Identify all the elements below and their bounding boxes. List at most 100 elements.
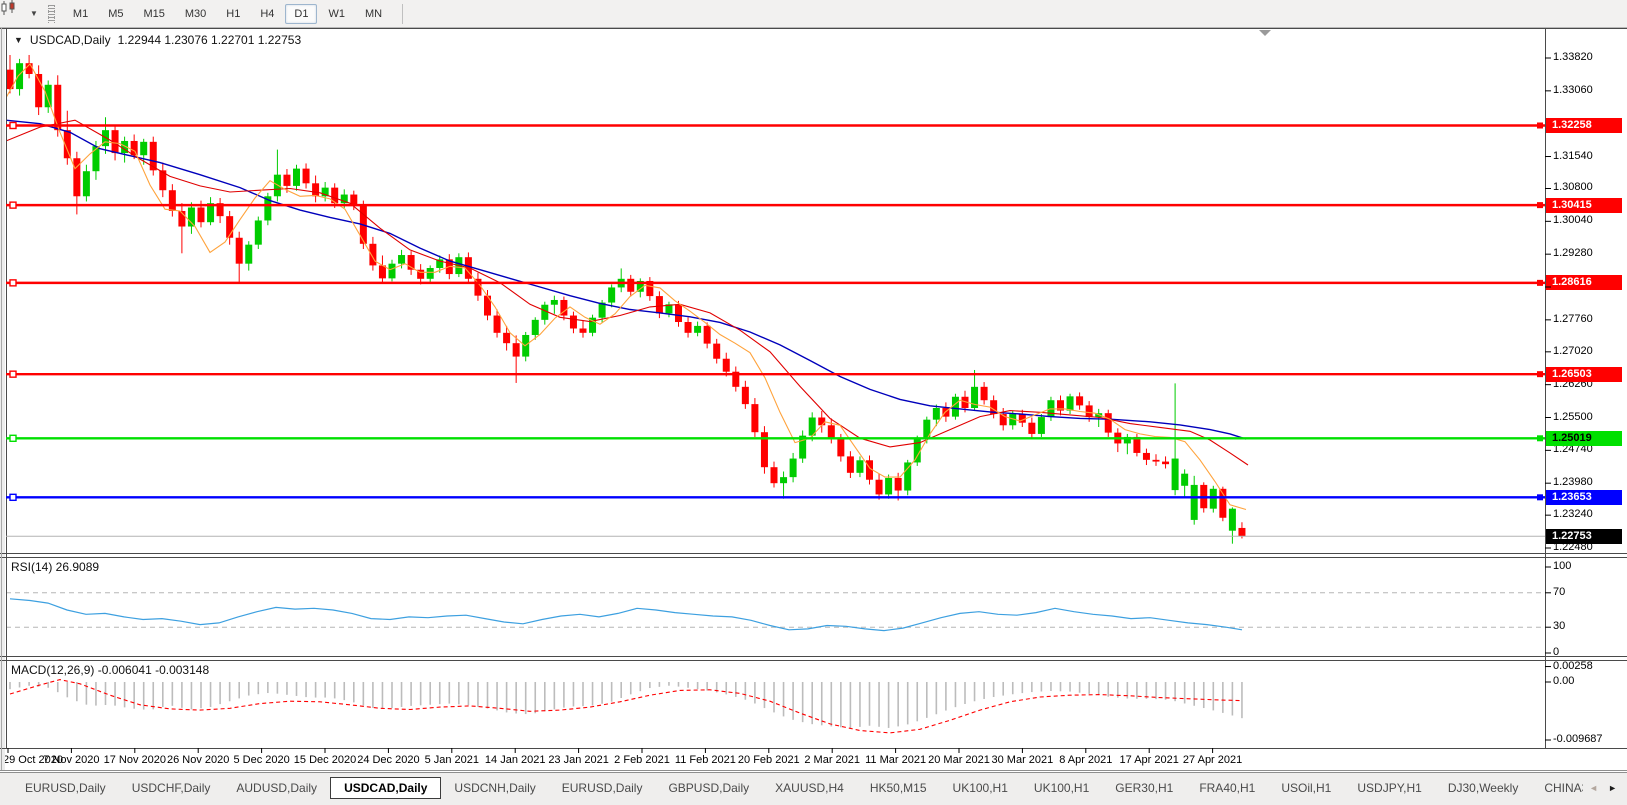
- symbol-tab-usdcad-daily[interactable]: USDCAD,Daily: [330, 777, 442, 799]
- timeframe-button-M1[interactable]: M1: [64, 4, 97, 24]
- timeframe-button-M15[interactable]: M15: [134, 4, 173, 24]
- candle: [980, 386, 988, 401]
- candle: [722, 358, 730, 372]
- candle: [875, 479, 883, 495]
- candle: [369, 243, 377, 266]
- candle: [531, 319, 539, 335]
- candle: [398, 255, 406, 264]
- ma-fast-orange: [7, 63, 1247, 511]
- rsi-line: [9, 598, 1243, 632]
- candle: [1028, 422, 1036, 434]
- symbol-tab-audusd-daily[interactable]: AUDUSD,Daily: [223, 777, 330, 799]
- candle: [426, 268, 434, 279]
- candle: [627, 278, 635, 292]
- candle: [837, 438, 845, 457]
- candle: [140, 141, 148, 156]
- symbol-tab-uk100-h1[interactable]: UK100,H1: [1021, 777, 1102, 799]
- symbol-tab-usoil-h1[interactable]: USOil,H1: [1268, 777, 1344, 799]
- candle: [713, 343, 721, 359]
- candle: [827, 425, 835, 439]
- candle: [951, 396, 959, 417]
- candle: [312, 183, 320, 197]
- candle: [82, 171, 90, 197]
- timeframe-button-D1[interactable]: D1: [285, 3, 318, 24]
- symbol-tab-usdchf-daily[interactable]: USDCHF,Daily: [119, 777, 224, 799]
- symbol-tab-dj30-weekly[interactable]: DJ30,Weekly: [1435, 777, 1531, 799]
- candle: [168, 190, 176, 211]
- candle: [293, 168, 300, 186]
- candle: [780, 477, 788, 484]
- candle: [388, 263, 396, 279]
- candle: [350, 194, 358, 205]
- candle: [1152, 459, 1160, 462]
- candle: [474, 278, 482, 296]
- candle: [684, 322, 692, 333]
- candle: [1162, 461, 1170, 465]
- toolbar-grip[interactable]: [47, 4, 55, 23]
- metatrader-window: { "toolbar": { "chart_type_icon": "candl…: [0, 0, 1627, 805]
- candle: [694, 325, 702, 333]
- candlestick-chart-icon[interactable]: [1, 0, 28, 23]
- chart-ohlc: 1.22944 1.23076 1.22701 1.22753: [117, 33, 302, 47]
- timeframe-buttons: M1 M5 M15 M30 H1 H4 D1 W1 MN: [63, 0, 392, 27]
- candle: [254, 220, 262, 245]
- candle: [770, 467, 778, 484]
- symbol-tab-eurusd-daily[interactable]: EURUSD,Daily: [549, 777, 656, 799]
- symbol-tabbar: EURUSD,Daily USDCHF,Daily AUDUSD,Daily USDC…: [0, 772, 1627, 805]
- symbol-tab-uk100-h1[interactable]: UK100,H1: [940, 777, 1021, 799]
- symbol-tab-gbpusd-daily[interactable]: GBPUSD,Daily: [655, 777, 762, 799]
- timeframe-button-W1[interactable]: W1: [319, 4, 354, 24]
- candle: [1171, 458, 1179, 491]
- chevron-down-icon[interactable]: ▼: [30, 9, 38, 18]
- symbol-tabs: EURUSD,Daily USDCHF,Daily AUDUSD,Daily USDC…: [0, 775, 1583, 801]
- timeframe-toolbar: ▼ M1 M5 M15 M30 H1 H4 D1 W1 MN: [0, 0, 1627, 28]
- tabs-scroll-right-icon[interactable]: ►: [1608, 783, 1617, 793]
- symbol-tab-ger30-h1[interactable]: GER30,H1: [1102, 777, 1186, 799]
- symbol-tab-fra40-h1[interactable]: FRA40,H1: [1186, 777, 1268, 799]
- candle: [932, 408, 940, 420]
- candle: [846, 456, 854, 473]
- chart-canvas[interactable]: [0, 0, 1627, 805]
- candle: [655, 296, 663, 314]
- candle: [1238, 527, 1246, 537]
- timeframe-button-M30[interactable]: M30: [176, 4, 215, 24]
- tab-scroll-arrows: ◄ ►: [1583, 775, 1627, 801]
- timeframe-button-H1[interactable]: H1: [217, 4, 249, 24]
- timeframe-button-M5[interactable]: M5: [99, 4, 132, 24]
- candle: [512, 343, 520, 357]
- symbol-tab-xauusd-h4[interactable]: XAUUSD,H4: [762, 777, 857, 799]
- symbol-dropdown-icon[interactable]: ▼: [14, 35, 23, 45]
- candle: [130, 140, 138, 156]
- candle: [741, 386, 749, 405]
- candle: [484, 295, 491, 316]
- candle: [149, 141, 157, 171]
- candle: [1181, 473, 1189, 486]
- symbol-tab-usdcnh-daily[interactable]: USDCNH,Daily: [441, 777, 548, 799]
- candle: [856, 460, 864, 473]
- candle: [608, 287, 616, 303]
- symbol-tab-usdjpy-h1[interactable]: USDJPY,H1: [1344, 777, 1434, 799]
- candle: [885, 478, 893, 495]
- candle: [197, 207, 205, 223]
- candle: [1142, 452, 1150, 460]
- toolbar-divider: [402, 3, 404, 24]
- candle: [302, 168, 310, 184]
- symbol-tab-hk50-m15[interactable]: HK50,M15: [857, 777, 940, 799]
- macd-label: MACD(12,26,9) -0.006041 -0.003148: [11, 663, 210, 677]
- tabs-scroll-left-icon[interactable]: ◄: [1589, 783, 1598, 793]
- timeframe-button-H4[interactable]: H4: [251, 4, 283, 24]
- rsi-label: RSI(14) 26.9089: [11, 560, 100, 574]
- candle: [550, 299, 558, 305]
- symbol-tab-china300-h1[interactable]: CHINA300,H1: [1531, 777, 1583, 799]
- candle: [1209, 488, 1217, 509]
- candle: [44, 84, 52, 108]
- symbol-tab-eurusd-daily[interactable]: EURUSD,Daily: [12, 777, 119, 799]
- ma-slow-blue: [7, 119, 1247, 440]
- candle: [235, 237, 243, 264]
- timeframe-button-MN[interactable]: MN: [356, 4, 391, 24]
- candle: [92, 146, 100, 172]
- candle: [503, 332, 511, 344]
- candle: [1190, 484, 1198, 520]
- chart-title: ▼ USDCAD,Daily 1.22944 1.23076 1.22701 1…: [14, 33, 301, 47]
- candle: [245, 244, 253, 264]
